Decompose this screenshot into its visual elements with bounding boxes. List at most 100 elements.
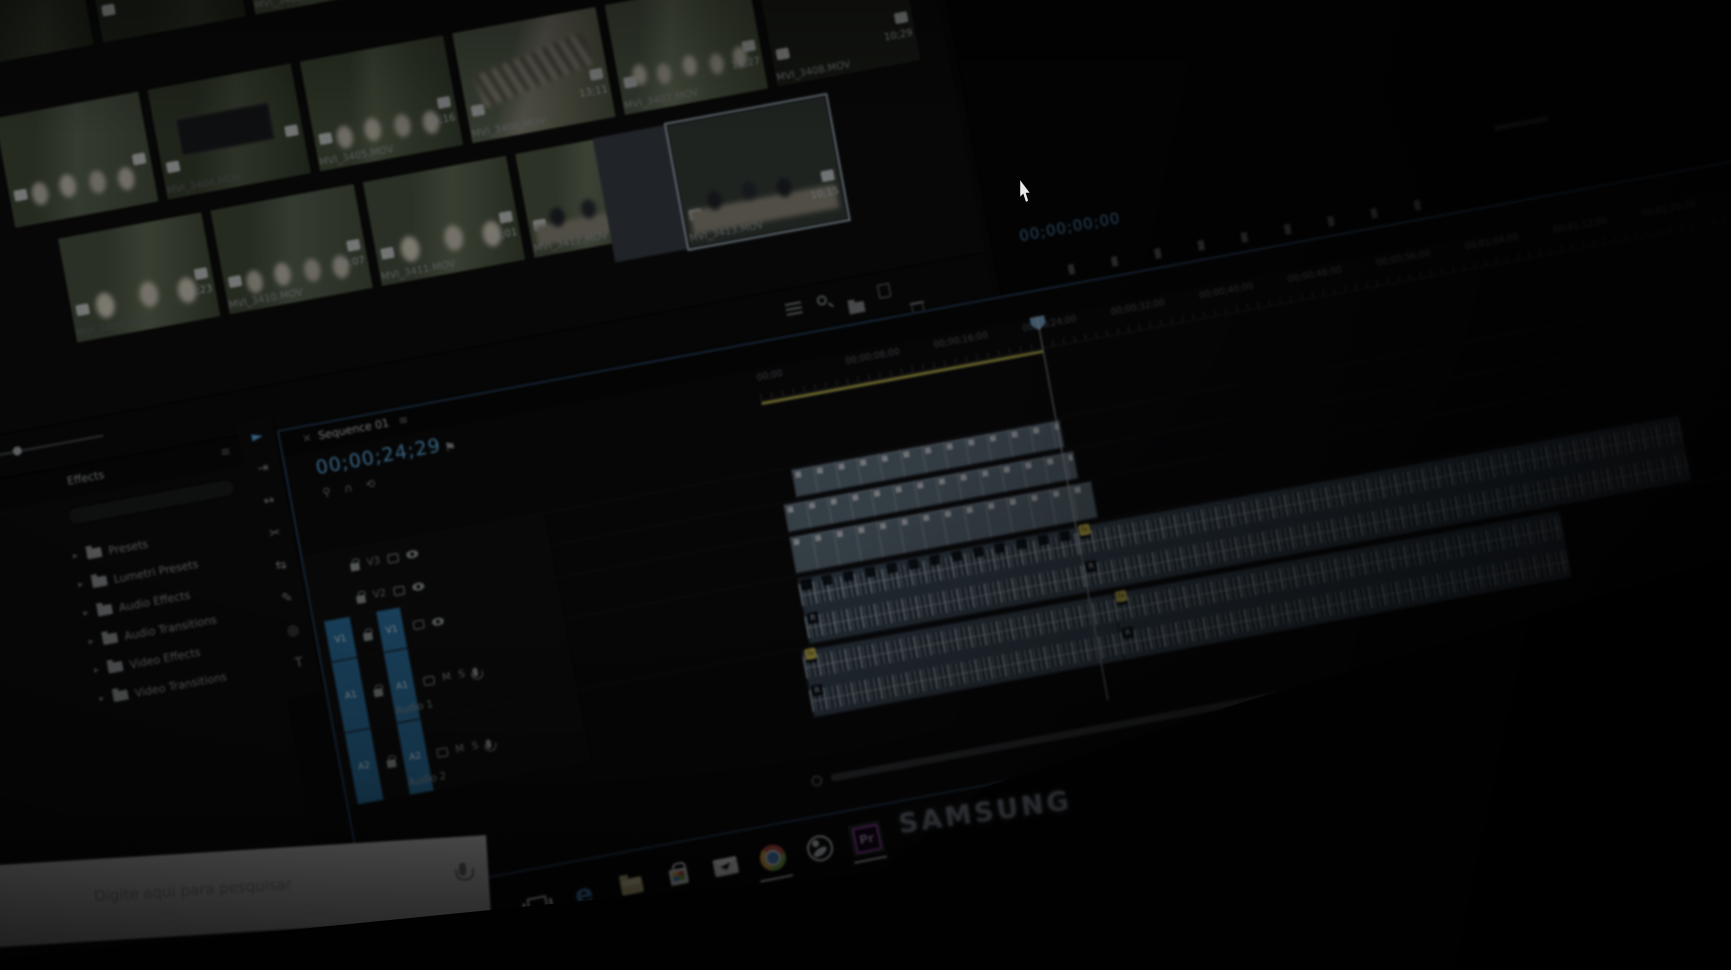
sync-lock-icon[interactable]	[412, 619, 425, 631]
clip-thumbnail[interactable]	[80, 0, 248, 45]
running-app-indicator	[854, 855, 888, 864]
lock-icon[interactable]	[355, 594, 367, 605]
fx-badge: fx	[1078, 523, 1091, 537]
new-bin-icon[interactable]	[847, 300, 866, 315]
clip-thumbnail[interactable]	[0, 0, 96, 73]
taskbar-icon-obs[interactable]	[802, 831, 836, 865]
mute-button[interactable]: M	[441, 671, 452, 683]
source-patch[interactable]: V1	[324, 616, 358, 662]
timeline-header-icon[interactable]: ∩	[343, 481, 353, 496]
effects-folder-label: Presets	[107, 537, 150, 558]
mute-button[interactable]: M	[455, 743, 466, 755]
project-clip[interactable]: 11;01 MVI_3411.MOV	[288, 154, 527, 301]
clip-badge-icon	[893, 11, 909, 25]
project-clip[interactable]: 14;07 MVI_3410.MOV	[135, 182, 375, 329]
fit-dropdown[interactable]	[1494, 116, 1549, 131]
audio-channel-badge: R	[806, 611, 820, 625]
folder-icon	[91, 575, 108, 588]
project-clip[interactable]: MVI_3404.MOV	[112, 62, 313, 207]
project-clip[interactable]	[0, 90, 160, 236]
toggle-track-output-icon[interactable]	[431, 616, 445, 627]
source-patch[interactable]: A1	[331, 658, 371, 733]
chevron-right-icon[interactable]: ▸	[72, 550, 79, 562]
project-clip[interactable]: 10;15 MVI_3413.MOV	[592, 92, 851, 263]
project-clip[interactable]	[0, 0, 96, 73]
lock-icon[interactable]	[386, 758, 397, 769]
folder-icon	[85, 546, 103, 560]
source-patch[interactable]: A2	[344, 728, 384, 805]
sync-lock-icon[interactable]	[393, 584, 406, 596]
project-clip[interactable]: 2;04MVI_3412.MOV	[440, 126, 680, 273]
taskbar-icon-store[interactable]	[661, 859, 695, 893]
program-timecode: 00;00;00;00	[1017, 208, 1122, 246]
project-clip[interactable]: 13;11 MVI_3406.MOV	[416, 5, 618, 151]
search-icon[interactable]	[816, 294, 828, 307]
project-clip[interactable]: 21;23 MVI_3409.MOV	[0, 210, 222, 357]
clip-badge-icon	[75, 303, 91, 317]
search-placeholder: Digite aqui para pesquisar	[93, 875, 293, 906]
project-clip[interactable]: 14;16 MVI_3405.MOV	[264, 33, 465, 179]
project-clip[interactable]: 10;09MVI_3400.MOV	[233, 0, 401, 16]
clip-badge-icon	[380, 246, 395, 260]
clip-badge-icon	[227, 274, 243, 289]
effects-folder-label: Video Effects	[128, 645, 202, 672]
close-icon[interactable]: ×	[301, 431, 312, 445]
clip-badge-icon	[622, 75, 638, 89]
effects-folder-label: Audio Effects	[117, 588, 192, 615]
fx-badge: fx	[804, 647, 817, 661]
clip-badge-icon	[165, 160, 181, 174]
taskbar-icon-chrome[interactable]	[755, 840, 793, 883]
solo-button[interactable]: S	[471, 740, 479, 752]
toggle-track-output-icon[interactable]	[405, 549, 420, 560]
photo-of-monitor: 10;09MVI_3400.MOV10;10MVI_3401.MOVMVI_34…	[0, 0, 1731, 970]
project-clip[interactable]	[80, 0, 248, 45]
taskbar-icon-mail[interactable]	[708, 850, 742, 884]
type-tool[interactable]: T	[278, 644, 321, 683]
scrollbar-endcap[interactable]	[810, 774, 824, 788]
project-clip[interactable]: 10;29 MVI_3408.MOV	[721, 0, 922, 94]
voiceover-record-icon[interactable]	[485, 738, 492, 749]
project-clip[interactable]: 10;27 MVI_3407.MOV	[569, 0, 770, 123]
clip-badge-icon	[13, 188, 29, 202]
clip-badge-icon	[820, 169, 836, 183]
lock-icon[interactable]	[373, 687, 384, 698]
clip-badge-icon	[318, 132, 333, 146]
clip-badge-icon	[688, 207, 703, 222]
clip-badge-icon	[775, 47, 791, 61]
folder-icon	[112, 689, 129, 703]
timeline-header-icon[interactable]: ⚲	[321, 485, 331, 500]
timeline-header-icon[interactable]: ⟲	[365, 477, 377, 492]
chevron-right-icon[interactable]: ▸	[83, 607, 90, 619]
track-target[interactable]: V1	[376, 607, 408, 653]
folder-icon	[101, 632, 119, 646]
automate-to-sequence-icon[interactable]	[784, 299, 803, 316]
microphone-icon[interactable]	[458, 862, 467, 876]
folder-icon	[96, 603, 114, 617]
clip-badge-icon	[532, 218, 548, 232]
folder-icon	[107, 660, 124, 674]
chevron-right-icon[interactable]: ▸	[88, 636, 95, 648]
new-item-icon[interactable]	[876, 282, 892, 299]
sync-lock-icon[interactable]	[387, 552, 400, 564]
taskbar-icon-premiere[interactable]: Pr	[848, 820, 888, 864]
sync-lock-icon[interactable]	[422, 675, 436, 687]
panel-menu-icon[interactable]: ≡	[219, 444, 231, 460]
fx-badge: fx	[1114, 589, 1128, 603]
voiceover-record-icon[interactable]	[472, 667, 479, 678]
chevron-right-icon[interactable]: ▸	[98, 693, 105, 705]
thumbnail-zoom-slider[interactable]	[0, 434, 104, 459]
toggle-track-output-icon[interactable]	[411, 581, 426, 592]
sync-lock-icon[interactable]	[436, 746, 449, 758]
lock-icon[interactable]	[362, 631, 374, 641]
audio-channel-badge: R	[1084, 559, 1098, 573]
panel-menu-icon[interactable]: ≡	[398, 413, 409, 427]
clip-badge-icon	[470, 103, 486, 117]
chevron-right-icon[interactable]: ▸	[93, 664, 100, 676]
chevron-right-icon[interactable]: ▸	[77, 579, 84, 591]
solo-button[interactable]: S	[458, 669, 466, 681]
tab-effects[interactable]: Effects	[66, 468, 105, 488]
ruler-timecode: 00;00	[756, 368, 784, 384]
lock-icon[interactable]	[349, 562, 361, 572]
timeline-display-settings[interactable]: ⚑	[443, 437, 469, 456]
clip-badge-icon	[101, 3, 116, 17]
